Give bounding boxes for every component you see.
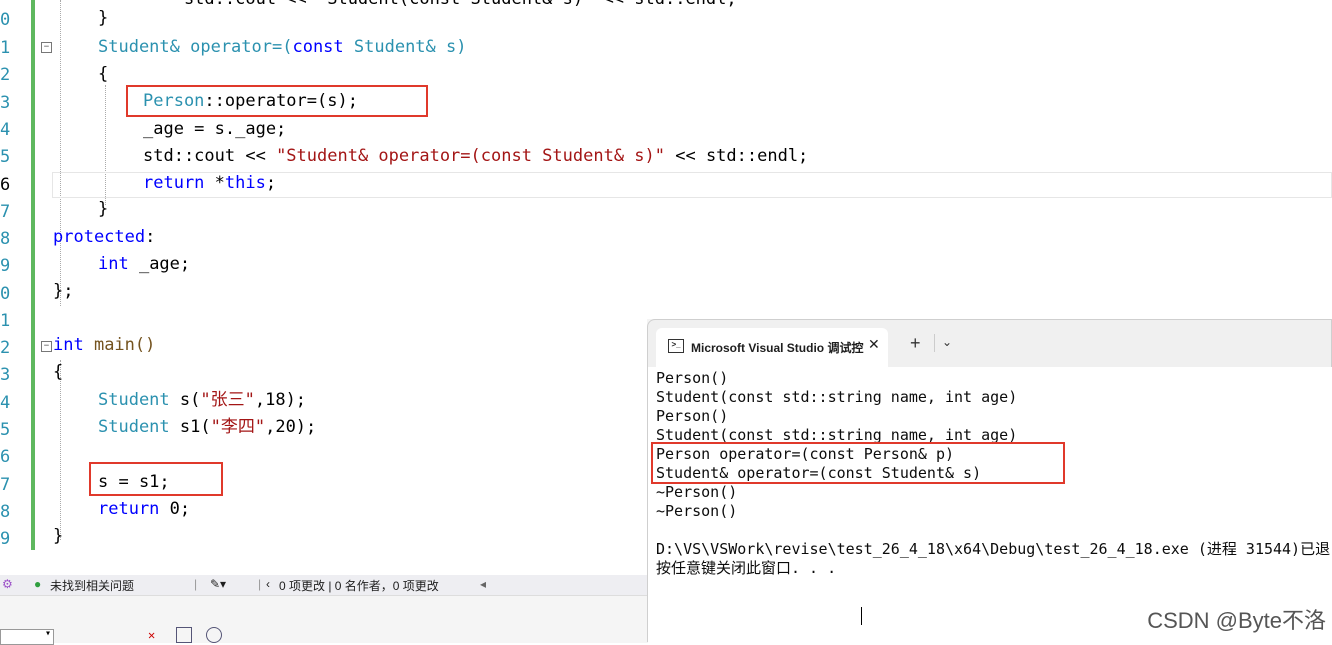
debug-console-window[interactable]: >_ Microsoft Visual Studio 调试控 ✕ + ⌄ Per… [647, 319, 1332, 642]
text-cursor [861, 607, 862, 625]
line-number: 0 [0, 10, 11, 30]
line-number: 1 [0, 311, 11, 331]
line-number: 9 [0, 256, 11, 276]
line-number: 2 [0, 65, 11, 85]
line-number: 6 [0, 447, 11, 467]
highlight-box-operator-output [651, 442, 1065, 484]
watermark: CSDN @Byte不洛 [1147, 608, 1326, 633]
line-number: 3 [0, 365, 11, 385]
code-line: std::cout << "Student(const Student& s)"… [143, 0, 737, 13]
terminal-line: Person() [656, 407, 729, 425]
code-line: } [98, 199, 109, 219]
code-line: } [98, 8, 109, 28]
terminal-line: Student(const std::string name, int age) [656, 388, 1018, 406]
line-number: 8 [0, 502, 11, 522]
issues-status[interactable]: 未找到相关问题 [50, 577, 134, 594]
console-icon: >_ [668, 339, 684, 353]
chevron-down-icon[interactable]: ⌄ [942, 335, 952, 349]
line-number: 5 [0, 147, 11, 167]
code-line: }; [53, 281, 74, 301]
separator [934, 334, 935, 352]
line-number: 6 [0, 175, 11, 195]
code-line: Student& operator=(const Student& s) [98, 37, 467, 57]
terminal-line: 按任意键关闭此窗口. . . [656, 559, 837, 577]
line-number: 5 [0, 420, 11, 440]
line-number: 4 [0, 393, 11, 413]
code-line: return 0; [98, 499, 191, 519]
code-line: protected: [53, 227, 156, 247]
terminal-line: ~Person() [656, 483, 738, 501]
fold-toggle-icon[interactable]: − [41, 341, 52, 352]
highlight-box-person-operator [126, 85, 428, 117]
terminal-tab-bar: >_ Microsoft Visual Studio 调试控 ✕ + ⌄ [647, 319, 1332, 368]
status-bar: ⚙ ● 未找到相关问题 | ✎▾ | ‹ 0 项更改 | 0 名作者，0 项更改… [0, 575, 648, 595]
terminal-line: ~Person() [656, 502, 738, 520]
code-line: _age = s._age; [143, 119, 287, 139]
scroll-left-icon[interactable]: ◂ [480, 577, 486, 591]
notification-icon[interactable]: ⚙ [2, 577, 13, 591]
clock-icon[interactable] [206, 627, 222, 643]
bottom-toolbar: ▾ ✕ [0, 595, 648, 645]
code-line: Student s1("李四",20); [98, 417, 317, 437]
terminal-line: D:\VS\VSWork\revise\test_26_4_18\x64\Deb… [656, 540, 1331, 558]
code-line: return *this; [143, 173, 277, 193]
line-number: 1 [0, 38, 11, 58]
fold-toggle-icon[interactable]: − [41, 42, 52, 53]
terminal-tab-title: Microsoft Visual Studio 调试控 [691, 341, 864, 355]
indent-guide [60, 0, 61, 306]
code-line: Student s("张三",18); [98, 390, 307, 410]
close-tab-icon[interactable]: ✕ [868, 336, 880, 353]
line-number: 8 [0, 229, 11, 249]
code-line: { [53, 362, 64, 382]
indent-guide [60, 360, 61, 540]
line-number: 7 [0, 475, 11, 495]
line-number: 3 [0, 93, 11, 113]
code-line: int _age; [98, 254, 191, 274]
terminal-line: Person() [656, 369, 729, 387]
terminal-output[interactable]: Person() Student(const std::string name, … [647, 367, 1332, 642]
chevron-left-icon[interactable]: ‹ [266, 577, 270, 591]
separator: | [194, 577, 198, 591]
code-line: std::cout << "Student& operator=(const S… [143, 146, 809, 166]
line-number: 2 [0, 338, 11, 358]
cleanup-icon[interactable]: ✎▾ [210, 577, 226, 591]
terminal-tab[interactable]: >_ Microsoft Visual Studio 调试控 ✕ [656, 328, 888, 368]
toggle-icon[interactable] [176, 627, 192, 643]
code-line: } [53, 526, 64, 546]
separator: | [258, 577, 262, 591]
line-number: 7 [0, 202, 11, 222]
code-line: { [98, 64, 109, 84]
code-line: int main() [53, 335, 156, 355]
highlight-box-assignment [89, 462, 223, 496]
git-changes-status[interactable]: 0 项更改 | 0 名作者，0 项更改 [279, 577, 439, 594]
change-margin [31, 0, 35, 550]
clear-icon[interactable]: ✕ [148, 628, 162, 642]
dropdown[interactable]: ▾ [0, 628, 54, 645]
line-number: 9 [0, 529, 11, 549]
line-number: 0 [0, 284, 11, 304]
check-icon: ● [34, 577, 42, 591]
new-tab-icon[interactable]: + [910, 333, 921, 354]
line-number: 4 [0, 120, 11, 140]
